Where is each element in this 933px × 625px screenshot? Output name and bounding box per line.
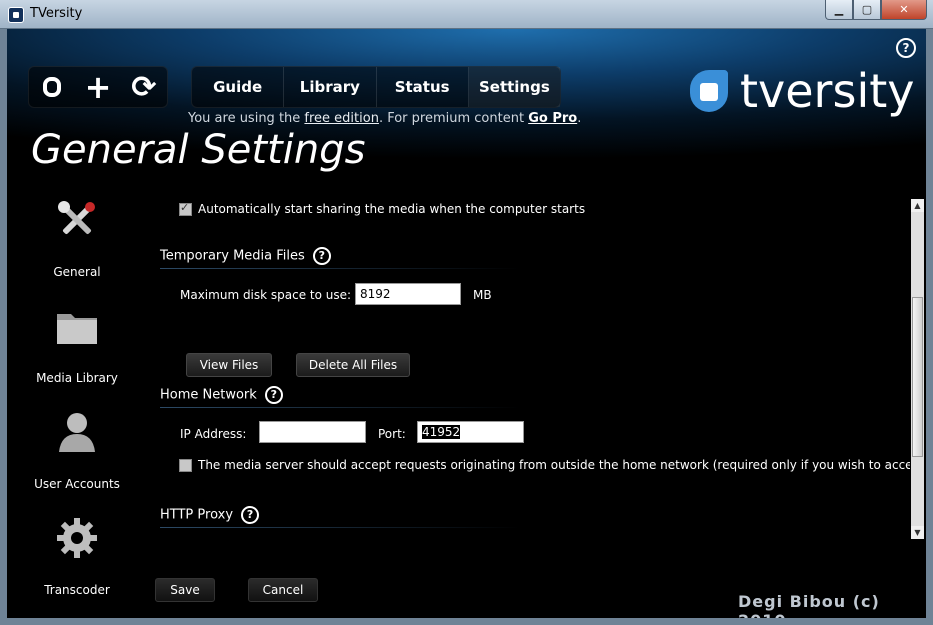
sidebar-item-media-library[interactable]: Media Library <box>7 303 147 385</box>
scroll-thumb[interactable] <box>912 297 923 457</box>
edition-prefix: You are using the <box>188 111 305 126</box>
brand-logo: tversity <box>690 61 914 121</box>
maximize-button[interactable]: ▢ <box>853 0 881 20</box>
go-pro-link[interactable]: Go Pro <box>528 111 577 126</box>
help-icon[interactable]: ? <box>896 38 916 58</box>
refresh-icon[interactable]: ⟳ <box>126 69 162 105</box>
home-network-section-title: Home Network? <box>160 386 283 404</box>
auto-start-row: Automatically start sharing the media wh… <box>179 201 586 216</box>
window-controls: ▁ ▢ ✕ <box>825 0 927 20</box>
temp-files-section-title: Temporary Media Files? <box>160 247 331 265</box>
http-proxy-help-icon[interactable]: ? <box>241 506 260 524</box>
temp-files-title: Temporary Media Files <box>160 248 305 264</box>
tversity-drop-icon <box>690 70 728 112</box>
view-files-button[interactable]: View Files <box>186 353 272 377</box>
gear-icon <box>54 515 100 561</box>
temp-files-help-icon[interactable]: ? <box>312 247 331 265</box>
title-bar: TVersity ▁ ▢ ✕ <box>0 0 933 29</box>
sidebar-item-label: Media Library <box>36 371 118 385</box>
free-edition-link[interactable]: free edition <box>304 111 379 126</box>
cancel-button[interactable]: Cancel <box>248 578 318 602</box>
add-icon[interactable]: + <box>80 68 116 106</box>
scroll-down-arrow[interactable]: ▼ <box>911 526 924 539</box>
scroll-up-arrow[interactable]: ▲ <box>911 199 924 212</box>
brand-name: tversity <box>740 64 915 118</box>
toolbar: + ⟳ <box>28 66 168 108</box>
sidebar-item-user-accounts[interactable]: User Accounts <box>7 409 147 491</box>
tab-status[interactable]: Status <box>377 67 469 107</box>
app-icon <box>8 7 24 23</box>
divider <box>160 527 520 528</box>
edition-middle: . For premium content <box>378 111 529 126</box>
main-nav: Guide Library Status Settings <box>191 66 561 108</box>
outside-access-label: The media server should accept requests … <box>198 458 910 472</box>
folder-icon <box>54 303 100 349</box>
tab-guide[interactable]: Guide <box>192 67 285 107</box>
disk-space-unit: MB <box>473 288 492 302</box>
disk-space-label: Maximum disk space to use: <box>180 288 352 302</box>
save-button[interactable]: Save <box>155 578 215 602</box>
port-input[interactable]: 41952 <box>417 421 524 443</box>
settings-panel: Automatically start sharing the media wh… <box>155 195 910 541</box>
auto-start-checkbox[interactable] <box>179 201 192 216</box>
tversity-logo-icon[interactable] <box>34 69 70 105</box>
sidebar-item-label: General <box>53 265 101 279</box>
app-client-area: ? + ⟳ Guide Library Status Settings tver… <box>7 29 926 618</box>
outside-access-row: The media server should accept requests … <box>179 458 910 472</box>
settings-scrollbar[interactable]: ▲ ▼ <box>911 199 924 539</box>
edition-suffix: . <box>577 111 582 126</box>
close-button[interactable]: ✕ <box>881 0 927 20</box>
http-proxy-title: HTTP Proxy <box>160 507 234 523</box>
home-network-title: Home Network <box>160 387 257 403</box>
page-title: General Settings <box>31 127 366 173</box>
ip-address-input[interactable] <box>259 421 366 443</box>
auto-start-label: Automatically start sharing the media wh… <box>198 202 586 216</box>
user-icon <box>54 409 100 455</box>
delete-all-files-button[interactable]: Delete All Files <box>296 353 410 377</box>
sidebar-item-label: User Accounts <box>34 477 120 491</box>
ip-address-label: IP Address: <box>180 427 247 441</box>
outside-access-checkbox[interactable] <box>179 459 192 472</box>
sidebar-item-label: Transcoder <box>44 583 110 597</box>
port-label: Port: <box>378 427 406 441</box>
divider <box>160 268 520 269</box>
minimize-button[interactable]: ▁ <box>825 0 853 20</box>
tab-library[interactable]: Library <box>284 67 377 107</box>
window-title: TVersity <box>30 6 83 21</box>
port-value: 41952 <box>422 425 461 439</box>
sidebar-item-transcoder[interactable]: Transcoder <box>7 515 147 597</box>
sidebar-item-general[interactable]: General <box>7 197 147 279</box>
divider <box>160 407 520 408</box>
watermark: Degi Bibou (c) 2010 <box>738 592 880 618</box>
tab-settings[interactable]: Settings <box>468 67 560 107</box>
app-window: TVersity ▁ ▢ ✕ ? + ⟳ Guide Library Statu… <box>0 0 933 625</box>
edition-notice: You are using the free edition. For prem… <box>188 111 581 126</box>
home-network-help-icon[interactable]: ? <box>264 386 283 404</box>
http-proxy-section-title: HTTP Proxy? <box>160 506 260 524</box>
disk-space-input[interactable]: 8192 <box>355 283 461 305</box>
tools-icon <box>54 197 100 243</box>
